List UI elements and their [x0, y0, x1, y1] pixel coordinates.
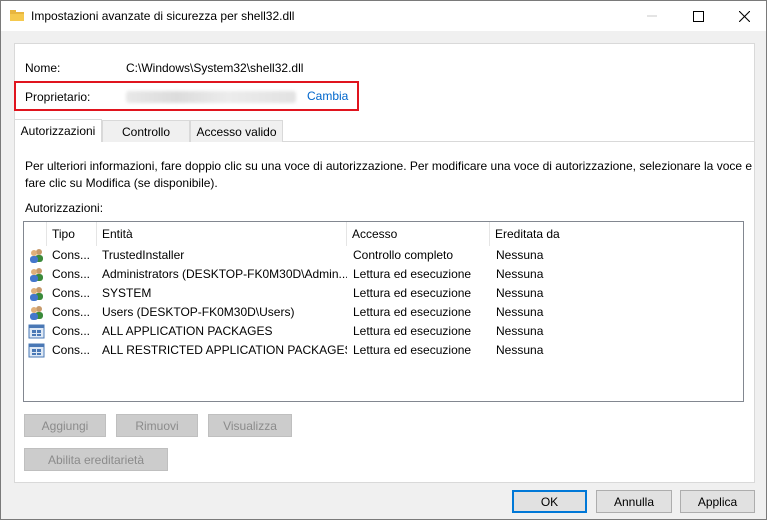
- title-bar[interactable]: Impostazioni avanzate di sicurezza per s…: [1, 1, 766, 31]
- cell-entita: SYSTEM: [102, 286, 152, 300]
- folder-icon: [10, 10, 24, 21]
- cell-tipo: Cons...: [52, 248, 91, 262]
- cell-tipo: Cons...: [52, 267, 91, 281]
- cancel-button[interactable]: Annulla: [596, 490, 672, 513]
- permissions-table[interactable]: Tipo Entità Accesso Ereditata da Cons...…: [23, 221, 744, 402]
- tab-autorizzazioni[interactable]: Autorizzazioni: [14, 119, 102, 142]
- cell-ereditata: Nessuna: [496, 267, 544, 281]
- minimize-button[interactable]: [629, 1, 675, 31]
- cell-accesso: Controllo completo: [353, 248, 454, 262]
- apply-button[interactable]: Applica: [680, 490, 755, 513]
- cell-accesso: Lettura ed esecuzione: [353, 305, 472, 319]
- column-header-accesso[interactable]: Accesso: [347, 222, 490, 246]
- cell-tipo: Cons...: [52, 305, 91, 319]
- cell-entita: ALL RESTRICTED APPLICATION PACKAGES: [102, 343, 347, 357]
- cell-accesso: Lettura ed esecuzione: [353, 343, 472, 357]
- maximize-icon: [692, 10, 704, 22]
- tab-accesso-valido[interactable]: Accesso valido: [190, 120, 283, 142]
- cell-entita: Users (DESKTOP-FK0M30D\Users): [102, 305, 295, 319]
- change-owner-link[interactable]: Cambia: [307, 89, 348, 103]
- table-row[interactable]: Cons... ALL APPLICATION PACKAGES Lettura…: [24, 322, 743, 341]
- cell-entita: TrustedInstaller: [102, 248, 185, 262]
- app-package-icon: [28, 343, 45, 358]
- window-title: Impostazioni avanzate di sicurezza per s…: [31, 9, 295, 23]
- info-text-line1: Per ulteriori informazioni, fare doppio …: [25, 159, 753, 173]
- users-icon: [30, 287, 43, 301]
- cell-accesso: Lettura ed esecuzione: [353, 286, 472, 300]
- name-label: Nome:: [25, 61, 61, 75]
- table-row[interactable]: Cons... TrustedInstaller Controllo compl…: [24, 246, 743, 265]
- table-row[interactable]: Cons... SYSTEM Lettura ed esecuzione Nes…: [24, 284, 743, 303]
- remove-button[interactable]: Rimuovi: [116, 414, 198, 437]
- security-dialog: Impostazioni avanzate di sicurezza per s…: [0, 0, 767, 520]
- cell-ereditata: Nessuna: [496, 343, 544, 357]
- table-row[interactable]: Cons... Administrators (DESKTOP-FK0M30D\…: [24, 265, 743, 284]
- enable-inheritance-button[interactable]: Abilita ereditarietà: [24, 448, 168, 471]
- info-text-line2: fare clic su Modifica (se disponibile).: [25, 176, 218, 190]
- cell-ereditata: Nessuna: [496, 286, 544, 300]
- table-row[interactable]: Cons... Users (DESKTOP-FK0M30D\Users) Le…: [24, 303, 743, 322]
- owner-label: Proprietario:: [25, 90, 91, 104]
- cell-entita: Administrators (DESKTOP-FK0M30D\Admin...: [102, 267, 347, 281]
- minimize-icon: [647, 15, 657, 17]
- table-row[interactable]: Cons... ALL RESTRICTED APPLICATION PACKA…: [24, 341, 743, 360]
- cell-accesso: Lettura ed esecuzione: [353, 267, 472, 281]
- tab-controllo[interactable]: Controllo: [102, 120, 190, 142]
- owner-value-blurred: [126, 91, 296, 103]
- users-icon: [30, 306, 43, 320]
- cell-tipo: Cons...: [52, 324, 91, 338]
- cell-tipo: Cons...: [52, 343, 91, 357]
- users-icon: [30, 268, 43, 282]
- cell-ereditata: Nessuna: [496, 248, 544, 262]
- ok-button[interactable]: OK: [512, 490, 587, 513]
- view-button[interactable]: Visualizza: [208, 414, 292, 437]
- cell-ereditata: Nessuna: [496, 324, 544, 338]
- cell-entita: ALL APPLICATION PACKAGES: [102, 324, 273, 338]
- cell-accesso: Lettura ed esecuzione: [353, 324, 472, 338]
- add-button[interactable]: Aggiungi: [24, 414, 106, 437]
- cell-tipo: Cons...: [52, 286, 91, 300]
- close-button[interactable]: [721, 1, 767, 31]
- permissions-label: Autorizzazioni:: [25, 201, 104, 215]
- cell-ereditata: Nessuna: [496, 305, 544, 319]
- app-package-icon: [28, 324, 45, 339]
- name-value: C:\Windows\System32\shell32.dll: [126, 61, 304, 75]
- users-icon: [30, 249, 43, 263]
- column-header-tipo[interactable]: Tipo: [47, 222, 97, 246]
- column-header-entita[interactable]: Entità: [97, 222, 347, 246]
- column-header-icon[interactable]: [24, 222, 47, 246]
- maximize-button[interactable]: [675, 1, 721, 31]
- column-header-ereditata[interactable]: Ereditata da: [490, 222, 743, 246]
- close-icon: [738, 10, 750, 22]
